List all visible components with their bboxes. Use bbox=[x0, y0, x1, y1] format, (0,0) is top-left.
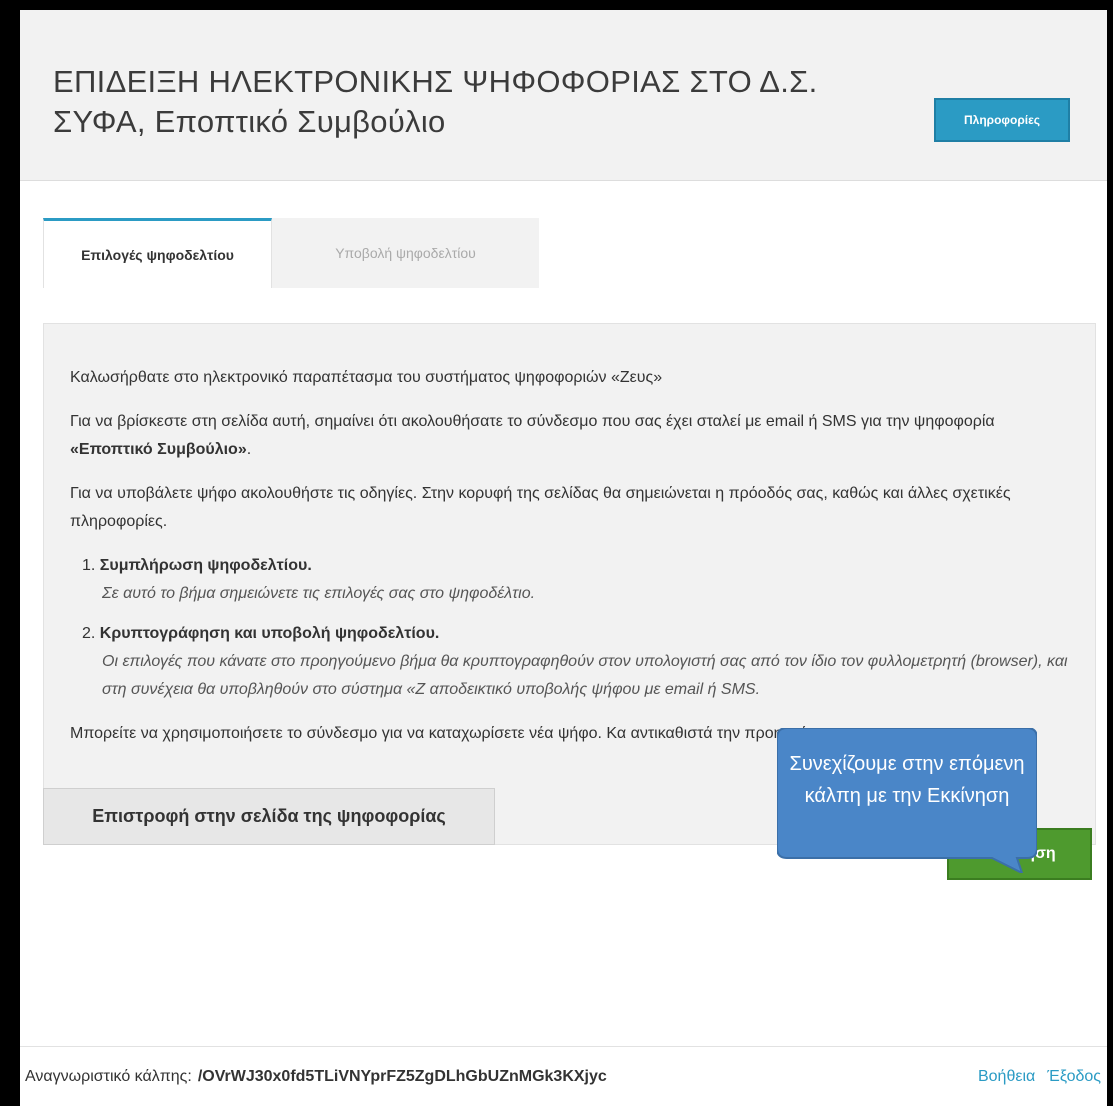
screenshot-frame-right bbox=[1107, 0, 1113, 1106]
step-item: 2. Κρυπτογράφηση και υποβολή ψηφοδελτίου… bbox=[82, 620, 1069, 704]
step-heading: 2. Κρυπτογράφηση και υποβολή ψηφοδελτίου… bbox=[82, 620, 1069, 648]
step-title: Κρυπτογράφηση και υποβολή ψηφοδελτίου. bbox=[99, 625, 440, 642]
step-item: 1. Συμπλήρωση ψηφοδελτίου. Σε αυτό το βή… bbox=[82, 552, 1069, 608]
screenshot-frame-top bbox=[0, 0, 1113, 10]
screenshot-frame-left bbox=[0, 0, 20, 1106]
title-line-2: ΣΥΦΑ, Εποπτικό Συμβούλιο bbox=[53, 104, 446, 139]
footer-links: Βοήθεια Έξοδος bbox=[978, 1047, 1101, 1106]
welcome-text: Καλωσήρθατε στο ηλεκτρονικό παραπέτασμα … bbox=[70, 369, 663, 386]
voting-page: ΕΠΙΔΕΙΞΗ ΗΛΕΚΤΡΟΝΙΚΗΣ ΨΗΦΟΦΟΡΙΑΣ ΣΤΟ Δ.Σ… bbox=[20, 10, 1107, 1106]
page-header: ΕΠΙΔΕΙΞΗ ΗΛΕΚΤΡΟΝΙΚΗΣ ΨΗΦΟΦΟΡΙΑΣ ΣΤΟ Δ.Σ… bbox=[20, 10, 1107, 181]
step-title: Συμπλήρωση ψηφοδελτίου. bbox=[99, 557, 312, 574]
step-description: Οι επιλογές που κάνατε στο προηγούμενο β… bbox=[102, 653, 1068, 698]
step-number: 2. bbox=[82, 625, 96, 642]
intro-text-end: . bbox=[246, 441, 252, 458]
ballot-id-value: /OVrWJ30x0fd5TLiVNYprFZ5ZgDLhGbUZnMGk3KX… bbox=[197, 1067, 607, 1085]
back-to-election-button[interactable]: Επιστροφή στην σελίδα της ψηφοφορίας bbox=[43, 788, 495, 845]
intro-text: Για να βρίσκεστε στη σελίδα αυτή, σημαίν… bbox=[70, 408, 1069, 464]
ballot-id-label: Αναγνωριστικό κάλπης: bbox=[25, 1067, 192, 1085]
info-button[interactable]: Πληροφορίες bbox=[934, 98, 1070, 142]
callout-text: Συνεχίζουμε στην επόμενη κάλπη με την Εκ… bbox=[789, 753, 1025, 807]
instructions-text: Για να υποβάλετε ψήφο ακολουθήστε τις οδ… bbox=[70, 485, 1011, 530]
tab-ballot-submit[interactable]: Υποβολή ψηφοδελτίου bbox=[272, 218, 539, 288]
tab-ballot-choices[interactable]: Επιλογές ψηφοδελτίου bbox=[43, 218, 272, 288]
title-line-1: ΕΠΙΔΕΙΞΗ ΗΛΕΚΤΡΟΝΙΚΗΣ ΨΗΦΟΦΟΡΙΑΣ ΣΤΟ Δ.Σ… bbox=[53, 64, 818, 99]
ballot-tabs: Επιλογές ψηφοδελτίου Υποβολή ψηφοδελτίου bbox=[43, 218, 539, 288]
election-name: «Εποπτικό Συμβούλιο» bbox=[70, 441, 247, 458]
step-number: 1. bbox=[82, 557, 96, 574]
step-heading: 1. Συμπλήρωση ψηφοδελτίου. bbox=[82, 552, 1069, 580]
help-link[interactable]: Βοήθεια bbox=[978, 1068, 1035, 1086]
steps-list: 1. Συμπλήρωση ψηφοδελτίου. Σε αυτό το βή… bbox=[82, 552, 1069, 704]
intro-text-start: Για να βρίσκεστε στη σελίδα αυτή, σημαίν… bbox=[70, 413, 995, 430]
callout-annotation: Συνεχίζουμε στην επόμενη κάλπη με την Εκ… bbox=[776, 727, 1038, 875]
logout-link[interactable]: Έξοδος bbox=[1047, 1068, 1101, 1086]
page-title: ΕΠΙΔΕΙΞΗ ΗΛΕΚΤΡΟΝΙΚΗΣ ΨΗΦΟΦΟΡΙΑΣ ΣΤΟ Δ.Σ… bbox=[53, 62, 818, 142]
step-description: Σε αυτό το βήμα σημειώνετε τις επιλογές … bbox=[102, 585, 536, 602]
page-footer: Αναγνωριστικό κάλπης: /OVrWJ30x0fd5TLiVN… bbox=[20, 1046, 1107, 1106]
